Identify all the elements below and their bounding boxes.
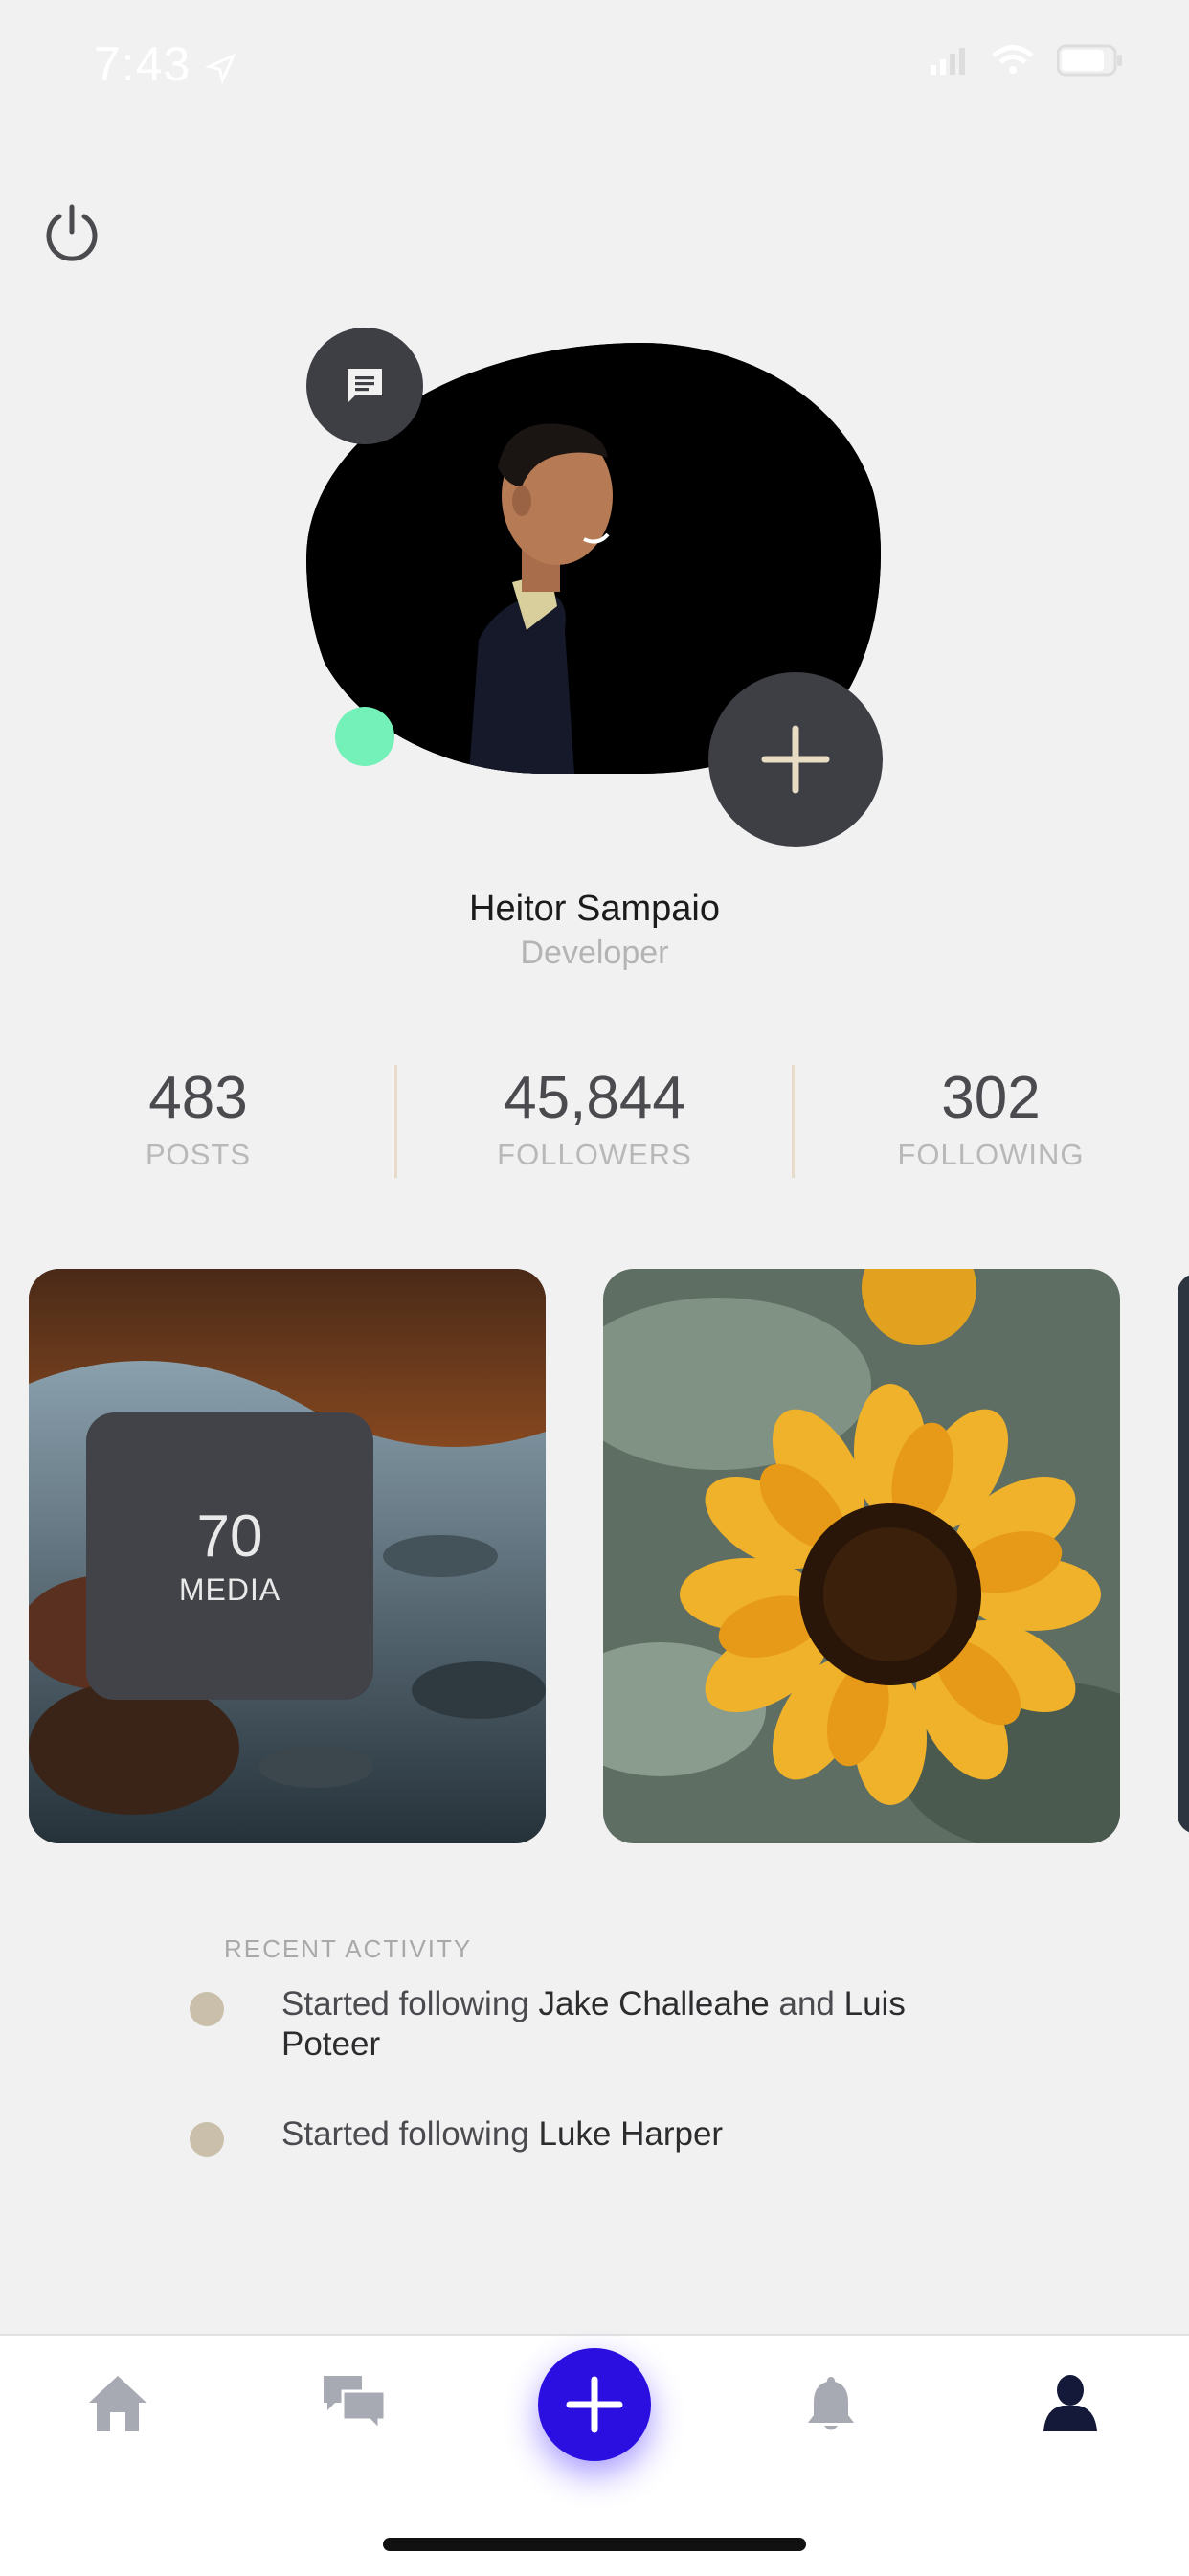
profile-role: Developer: [520, 935, 669, 971]
media-count: 70: [196, 1503, 263, 1570]
tab-notifications[interactable]: [793, 2365, 869, 2442]
activity-user[interactable]: Jake Challeahe: [538, 1985, 769, 2022]
stat-value: 302: [941, 1065, 1041, 1131]
status-icons: [931, 44, 1124, 77]
media-label: MEDIA: [178, 1571, 281, 1607]
activity-item[interactable]: Started following Luke Harper: [281, 2114, 971, 2155]
activity-item[interactable]: Started following Jake Challeahe and Lui…: [281, 1984, 971, 2065]
tab-home[interactable]: [79, 2365, 156, 2442]
media-card-sunflower[interactable]: [603, 1269, 1120, 1843]
create-post-button[interactable]: [538, 2348, 651, 2461]
stat-label: POSTS: [145, 1138, 252, 1171]
home-indicator: [383, 2538, 806, 2551]
activity-prefix: Started following: [281, 2115, 539, 2153]
divider: [394, 1065, 397, 1178]
add-button[interactable]: [708, 672, 883, 847]
online-status-dot: [335, 707, 394, 766]
profile-icon: [1043, 2375, 1097, 2431]
stat-posts[interactable]: 483 POSTS: [0, 1063, 396, 1180]
media-count-overlay[interactable]: 70 MEDIA: [86, 1412, 373, 1700]
stat-label: FOLLOWING: [897, 1138, 1085, 1171]
activity-joiner: and: [769, 1985, 844, 2022]
stat-label: FOLLOWERS: [497, 1138, 692, 1171]
plus-icon: [761, 725, 830, 794]
wifi-icon: [992, 45, 1034, 74]
chat-icon: [324, 2376, 387, 2433]
stats-row: 483 POSTS 45,844 FOLLOWERS 302 FOLLOWING: [0, 1063, 1189, 1180]
add-icon: [566, 2376, 623, 2433]
media-card-next-peek[interactable]: [1178, 1274, 1189, 1834]
stat-following[interactable]: 302 FOLLOWING: [793, 1063, 1189, 1180]
recent-activity-title: RECENT ACTIVITY: [224, 1934, 473, 1963]
activity-dot: [190, 2122, 224, 2157]
message-button[interactable]: [306, 328, 423, 444]
divider: [792, 1065, 795, 1178]
activity-user[interactable]: Luke Harper: [538, 2115, 723, 2153]
home-icon: [89, 2376, 146, 2431]
stat-value: 483: [148, 1065, 248, 1131]
signal-icon: [931, 48, 965, 75]
activity-prefix: Started following: [281, 1985, 539, 2022]
status-time: 7:43: [94, 36, 237, 92]
tab-profile[interactable]: [1032, 2365, 1109, 2442]
activity-dot: [190, 1992, 224, 2026]
location-icon: [205, 53, 236, 84]
message-icon: [348, 369, 382, 403]
profile-name: Heitor Sampaio: [469, 889, 720, 929]
sunflower-photo: [603, 1269, 1120, 1843]
power-icon: [46, 204, 98, 261]
battery-icon: [1057, 44, 1122, 77]
stat-followers[interactable]: 45,844 FOLLOWERS: [396, 1063, 793, 1180]
power-button[interactable]: [38, 199, 105, 266]
bell-icon: [808, 2377, 854, 2430]
stat-value: 45,844: [504, 1065, 685, 1131]
tab-chat[interactable]: [316, 2365, 393, 2442]
